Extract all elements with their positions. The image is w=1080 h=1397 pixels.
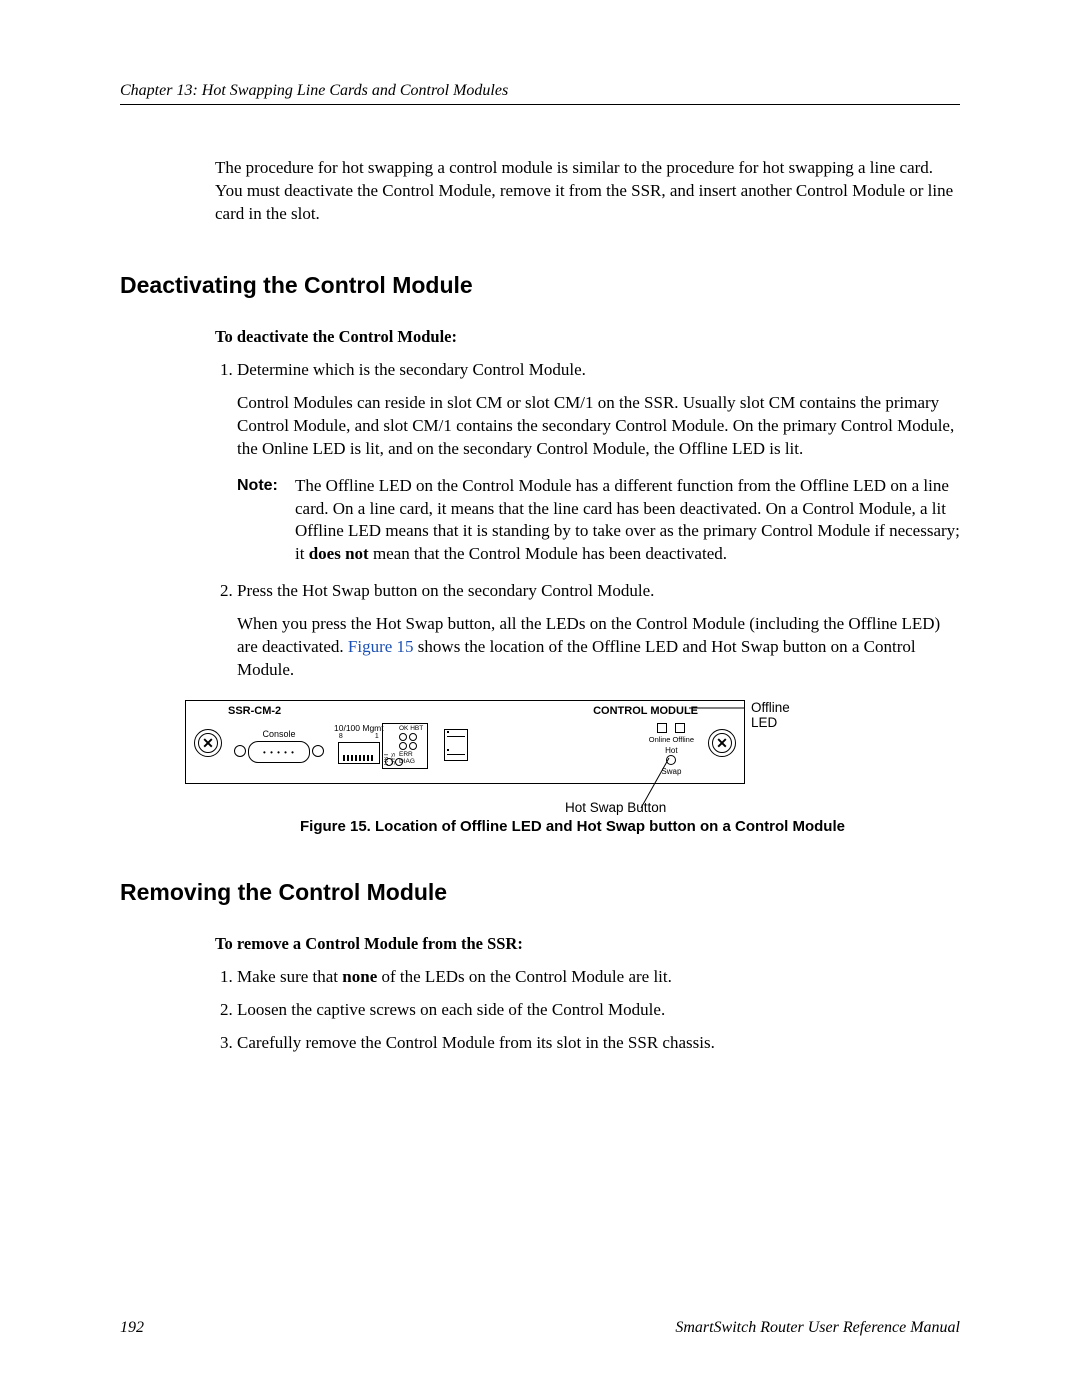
err-diag-label: ERR DIAG [399, 751, 426, 765]
figure-caption: Figure 15. Location of Offline LED and H… [185, 818, 960, 835]
figure-15: SSR-CM-2 CONTROL MODULE ✕ ✕ Console • • … [185, 700, 960, 835]
captive-screw-right-icon: ✕ [708, 729, 736, 757]
step-2-detail: When you press the Hot Swap button, all … [237, 613, 960, 682]
online-label: Online [649, 735, 671, 744]
note-body: The Offline LED on the Control Module ha… [295, 475, 960, 567]
figure-wrapper: SSR-CM-2 CONTROL MODULE ✕ ✕ Console • • … [185, 700, 745, 784]
rj45-port-icon [338, 742, 380, 764]
section-heading-removing: Removing the Control Module [120, 879, 960, 906]
step-2-text: Press the Hot Swap button on the seconda… [237, 581, 654, 600]
hot-label: Hot [649, 746, 694, 755]
deactivate-steps: Determine which is the secondary Control… [215, 359, 960, 682]
note-body-b: mean that the Control Module has been de… [369, 544, 727, 563]
swap-label: Swap [649, 767, 694, 776]
captive-screw-left-icon: ✕ [194, 729, 222, 757]
page: Chapter 13: Hot Swapping Line Cards and … [0, 0, 1080, 1397]
callout-hot-swap-button: Hot Swap Button [565, 800, 666, 815]
module-title-label: CONTROL MODULE [593, 705, 698, 717]
footer: 192 SmartSwitch Router User Reference Ma… [120, 1319, 960, 1337]
callout-offline-led: Offline LED [751, 700, 790, 730]
remove-step-1-strong: none [342, 967, 377, 986]
offline-led-icon [675, 723, 685, 733]
remove-step-1a: Make sure that [237, 967, 342, 986]
mgmt-label: 10/100 Mgmt [334, 723, 384, 733]
remove-step-2: Loosen the captive screws on each side o… [237, 999, 960, 1022]
step-1: Determine which is the secondary Control… [237, 359, 960, 567]
step-2: Press the Hot Swap button on the seconda… [237, 580, 960, 682]
ok-hbt-label: OK HBT [399, 725, 426, 732]
remove-steps: Make sure that none of the LEDs on the C… [215, 966, 960, 1055]
online-led-icon [657, 723, 667, 733]
note: Note: The Offline LED on the Control Mod… [237, 475, 960, 567]
page-number: 192 [120, 1319, 144, 1337]
online-offline-leds: Online Offline Hot Swap [649, 723, 694, 776]
note-strong: does not [309, 544, 369, 563]
hot-swap-button-icon [666, 755, 676, 765]
remove-step-3: Carefully remove the Control Module from… [237, 1032, 960, 1055]
remove-step-1: Make sure that none of the LEDs on the C… [237, 966, 960, 989]
note-label: Note: [237, 475, 295, 567]
control-module-diagram: SSR-CM-2 CONTROL MODULE ✕ ✕ Console • • … [185, 700, 745, 784]
section-heading-deactivating: Deactivating the Control Module [120, 272, 960, 299]
console-port: Console • • • • • [234, 729, 324, 763]
pcmcia-slot-icon [444, 729, 468, 761]
status-led-block: RST SYS OK HBT ERR DIAG [382, 723, 428, 769]
book-title: SmartSwitch Router User Reference Manual [675, 1319, 960, 1337]
step-1-detail: Control Modules can reside in slot CM or… [237, 392, 960, 461]
header-rule [120, 104, 960, 105]
console-label: Console [234, 729, 324, 739]
offline-label: Offline [672, 735, 694, 744]
figure-link[interactable]: Figure 15 [348, 637, 414, 656]
running-header: Chapter 13: Hot Swapping Line Cards and … [120, 82, 960, 100]
model-label: SSR-CM-2 [228, 705, 281, 717]
procedure-subtitle-2: To remove a Control Module from the SSR: [215, 934, 960, 954]
mgmt-port: 10/100 Mgmt 81 [334, 723, 384, 764]
procedure-subtitle: To deactivate the Control Module: [215, 327, 960, 347]
step-1-text: Determine which is the secondary Control… [237, 360, 586, 379]
intro-paragraph: The procedure for hot swapping a control… [215, 157, 960, 226]
serial-port-icon: • • • • • [248, 741, 310, 763]
remove-step-1b: of the LEDs on the Control Module are li… [377, 967, 672, 986]
